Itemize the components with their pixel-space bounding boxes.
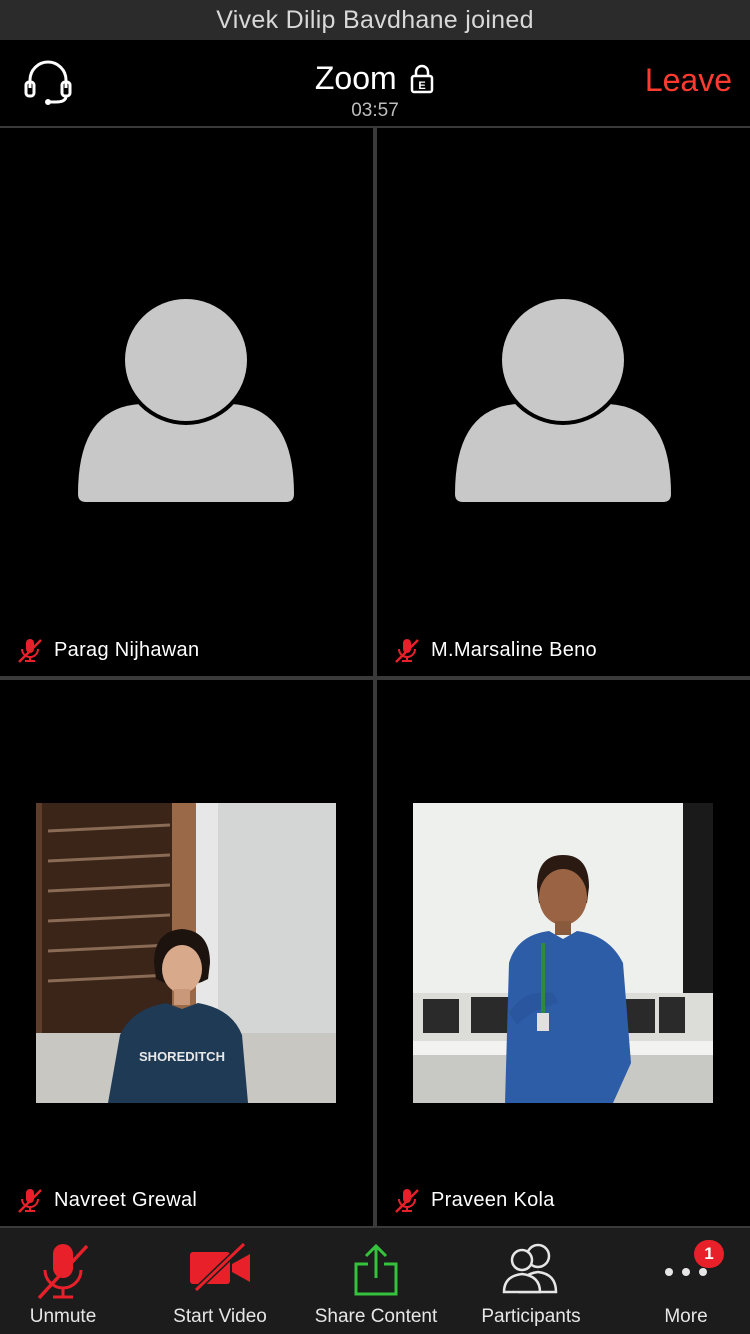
participant-name-row: M.Marsaline Beno bbox=[393, 636, 597, 664]
start-video-button[interactable]: Start Video bbox=[150, 1228, 290, 1334]
muted-mic-icon bbox=[395, 639, 419, 663]
participant-tile[interactable]: Praveen Kola bbox=[377, 680, 750, 1226]
avatar-placeholder-icon bbox=[455, 298, 671, 502]
participant-name: Navreet Grewal bbox=[54, 1188, 198, 1211]
lock-letter: E bbox=[418, 80, 425, 92]
start-video-label: Start Video bbox=[173, 1306, 267, 1327]
meeting-timer: 03:57 bbox=[351, 100, 399, 121]
share-content-button[interactable]: Share Content bbox=[300, 1228, 452, 1334]
meeting-title: Zoom bbox=[314, 60, 397, 96]
meeting-header: Zoom E 03:57 Leave bbox=[0, 40, 750, 128]
muted-mic-icon bbox=[18, 639, 42, 663]
participant-grid: Parag Nijhawan M.Marsaline Beno SHOREDIT… bbox=[0, 128, 750, 1226]
participants-button[interactable]: Participants bbox=[466, 1228, 596, 1334]
meeting-toolbar: Unmute Start Video Share Content Partici… bbox=[0, 1226, 750, 1334]
unmute-button[interactable]: Unmute bbox=[0, 1228, 126, 1334]
participant-name-row: Parag Nijhawan bbox=[16, 636, 199, 664]
participant-name-row: Praveen Kola bbox=[393, 1186, 555, 1214]
video-off-icon bbox=[190, 1242, 250, 1292]
participant-tile[interactable]: SHOREDITCH Navreet Grewal bbox=[0, 680, 373, 1226]
participant-name: M.Marsaline Beno bbox=[431, 638, 597, 661]
participant-name: Praveen Kola bbox=[431, 1188, 555, 1211]
muted-microphone-icon bbox=[37, 1244, 89, 1300]
share-content-label: Share Content bbox=[314, 1306, 438, 1327]
participant-tile[interactable]: M.Marsaline Beno bbox=[377, 128, 750, 676]
more-label: More bbox=[664, 1306, 708, 1327]
more-button[interactable]: 1 More bbox=[630, 1228, 742, 1334]
join-notification: Vivek Dilip Bavdhane joined bbox=[0, 0, 750, 40]
participant-video bbox=[413, 803, 713, 1103]
unmute-label: Unmute bbox=[29, 1306, 97, 1327]
participant-video: SHOREDITCH bbox=[36, 803, 336, 1103]
share-icon bbox=[354, 1243, 398, 1296]
shirt-print: SHOREDITCH bbox=[139, 1049, 225, 1064]
participants-icon bbox=[502, 1243, 558, 1294]
muted-mic-icon bbox=[18, 1189, 42, 1213]
lock-icon[interactable]: E bbox=[409, 64, 435, 94]
participants-label: Participants bbox=[481, 1306, 581, 1327]
leave-button[interactable]: Leave bbox=[645, 62, 732, 99]
participant-tile[interactable]: Parag Nijhawan bbox=[0, 128, 373, 676]
avatar-placeholder-icon bbox=[78, 298, 294, 502]
participant-name: Parag Nijhawan bbox=[54, 638, 200, 661]
notification-badge: 1 bbox=[694, 1240, 724, 1268]
participant-name-row: Navreet Grewal bbox=[16, 1186, 197, 1214]
muted-mic-icon bbox=[395, 1189, 419, 1213]
